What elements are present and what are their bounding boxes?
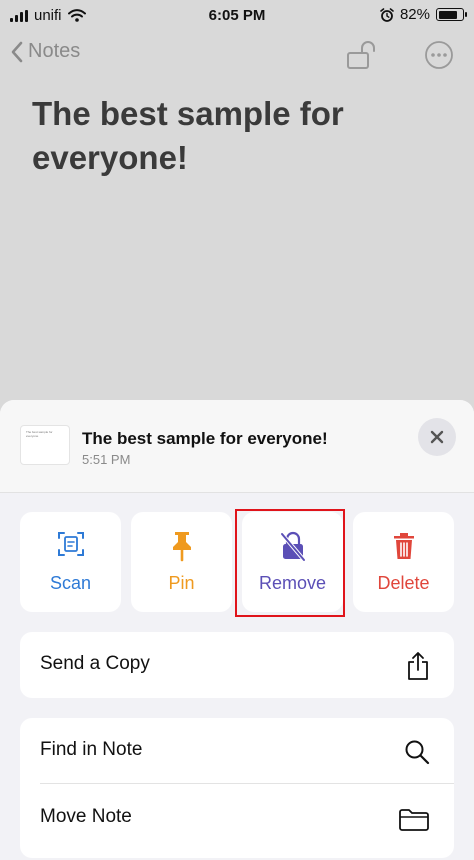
send-copy-row[interactable]: Send a Copy: [20, 632, 454, 698]
note-thumbnail: The best sample for everyone: [20, 425, 70, 465]
search-icon: [405, 740, 430, 765]
back-label: Notes: [28, 40, 81, 62]
more-button[interactable]: [424, 40, 454, 75]
pin-button[interactable]: Pin: [131, 512, 232, 612]
share-icon: [408, 652, 428, 680]
sheet-note-time: 5:51 PM: [82, 452, 131, 467]
pin-label: Pin: [168, 573, 195, 593]
back-button[interactable]: Notes: [10, 40, 80, 63]
chevron-left-icon: [11, 41, 23, 62]
delete-button[interactable]: Delete: [353, 512, 454, 612]
move-note-label: Move Note: [40, 806, 132, 827]
alarm-icon: [380, 7, 394, 22]
scan-label: Scan: [49, 573, 92, 593]
scan-icon: [57, 532, 84, 556]
highlight-box: [235, 509, 345, 617]
delete-label: Delete: [377, 573, 430, 593]
unlock-icon: [347, 41, 375, 69]
sheet-header: The best sample for everyone The best sa…: [0, 400, 474, 493]
trash-icon: [393, 533, 414, 559]
sheet-note-title: The best sample for everyone!: [82, 429, 328, 448]
scan-button[interactable]: Scan: [20, 512, 121, 612]
note-options-group: Find in Note Move Note: [20, 718, 454, 858]
lock-button[interactable]: [346, 40, 378, 75]
pin-icon: [172, 532, 191, 562]
thumbnail-text: The best sample for everyone: [26, 430, 53, 438]
battery-percent: 82%: [399, 6, 430, 23]
find-in-note-label: Find in Note: [40, 739, 143, 760]
share-group: Send a Copy: [20, 632, 454, 698]
close-icon: [430, 430, 444, 444]
move-note-row[interactable]: Move Note: [20, 784, 454, 850]
more-icon: [425, 41, 453, 69]
send-copy-label: Send a Copy: [40, 653, 150, 674]
close-button[interactable]: [418, 418, 456, 456]
status-bar: unifi 6:05 PM 82%: [0, 0, 474, 32]
note-body-title[interactable]: The best sample for everyone!: [32, 92, 452, 180]
action-sheet: The best sample for everyone The best sa…: [0, 400, 474, 860]
status-right: 82%: [380, 6, 467, 23]
nav-bar: Notes: [0, 38, 474, 74]
folder-icon: [399, 809, 429, 831]
find-in-note-row[interactable]: Find in Note: [20, 718, 454, 784]
battery-icon: [436, 8, 467, 21]
